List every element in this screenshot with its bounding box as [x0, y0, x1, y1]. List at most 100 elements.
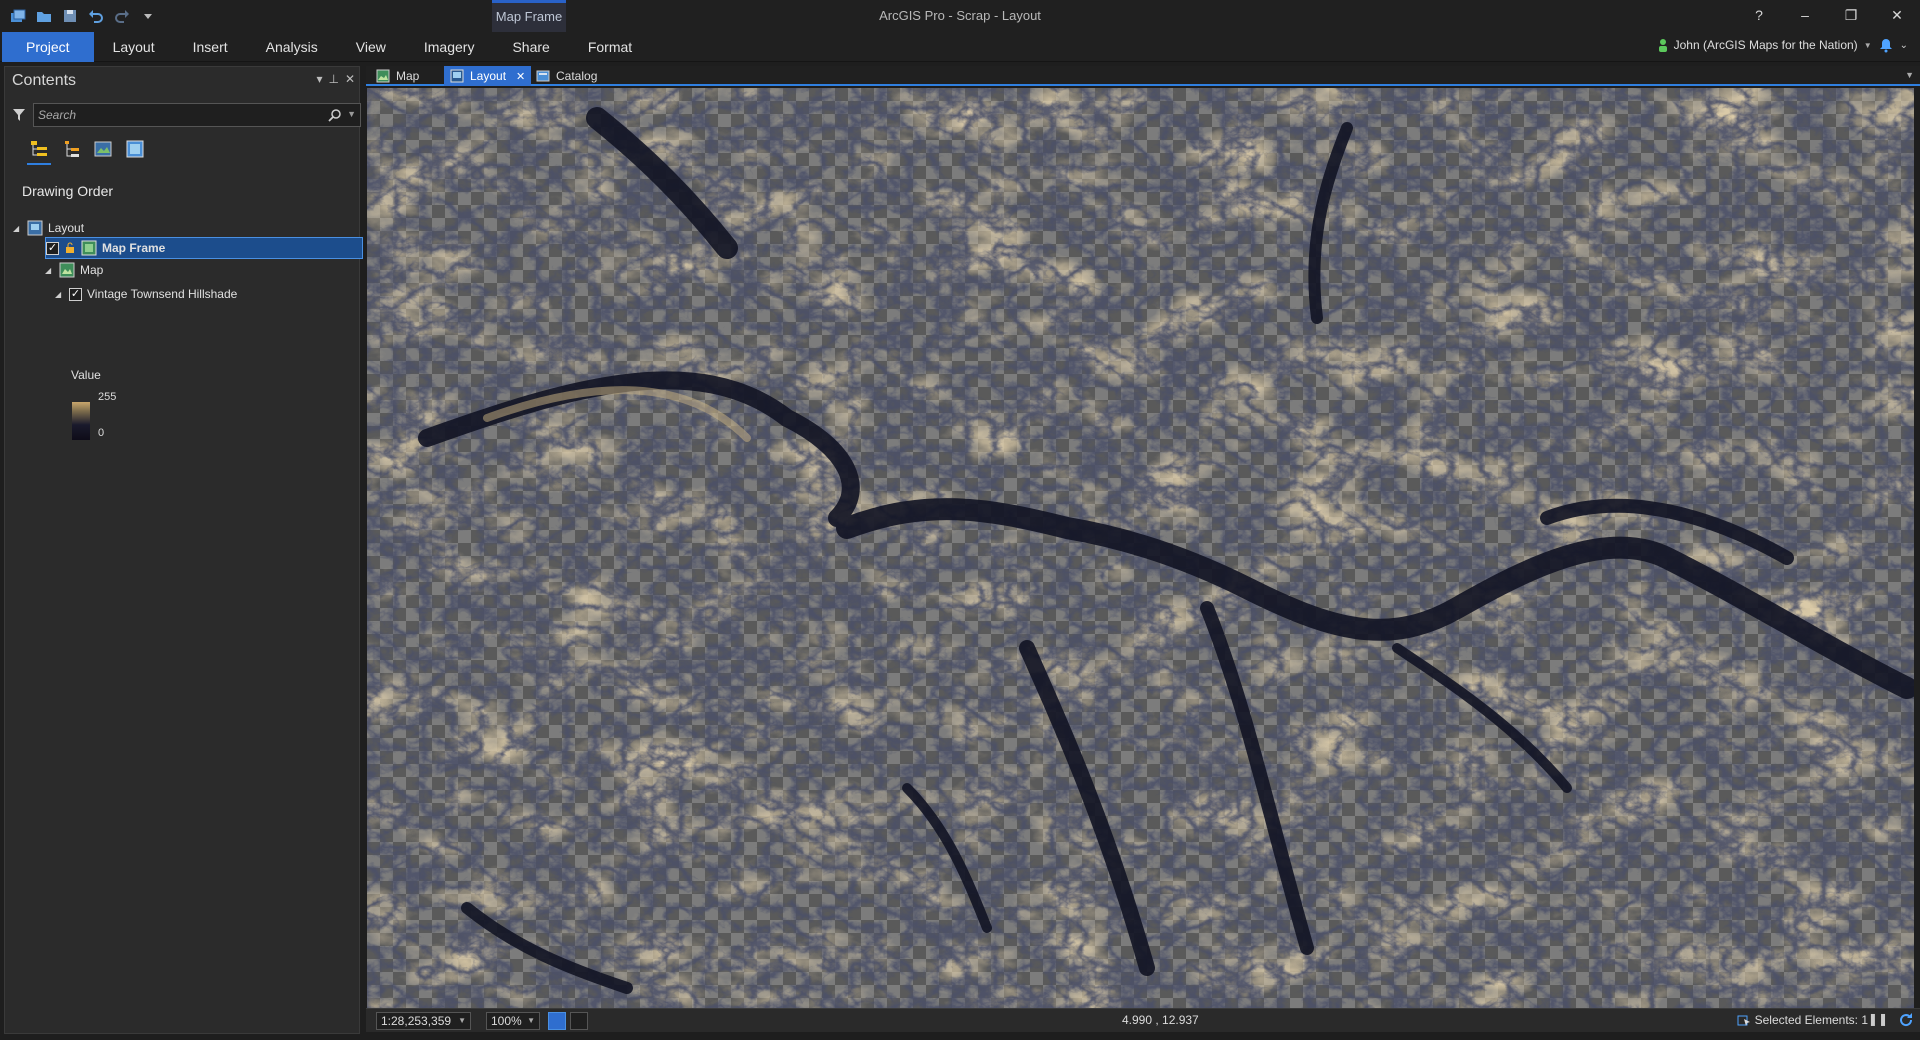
tree-item-layout[interactable]: ◢ Layout: [13, 217, 353, 239]
user-name: John (ArcGIS Maps for the Nation): [1673, 38, 1858, 52]
user-status-icon: [1658, 39, 1667, 52]
contents-title: Contents: [12, 72, 77, 89]
list-by-data-source-button[interactable]: [91, 137, 115, 165]
new-project-icon[interactable]: [8, 6, 28, 26]
legend-low-value: 0: [98, 427, 105, 439]
map-icon: [376, 69, 390, 83]
drawing-order-icon: [31, 141, 47, 156]
selection-list-icon: [65, 141, 79, 157]
layout-icon: [450, 69, 464, 83]
collapse-icon[interactable]: ◢: [13, 224, 23, 233]
lock-icon[interactable]: [64, 242, 76, 254]
customize-qat-icon[interactable]: [138, 6, 158, 26]
context-tab-map-frame[interactable]: Map Frame: [492, 0, 566, 32]
help-button[interactable]: ?: [1736, 0, 1782, 30]
save-project-icon[interactable]: [60, 6, 80, 26]
quick-access-toolbar: [8, 6, 158, 26]
selected-elements: Selected Elements: 1: [1737, 1013, 1868, 1027]
view-tab-catalog[interactable]: Catalog: [530, 66, 603, 86]
map-frame-icon: [81, 240, 97, 256]
layout-icon: [27, 220, 43, 236]
zoom-value: 100%: [491, 1014, 522, 1028]
tab-layout[interactable]: Layout: [94, 32, 174, 62]
pane-options-icon[interactable]: ▾: [316, 72, 322, 86]
tree-label-map-frame: Map Frame: [102, 241, 166, 255]
pin-icon[interactable]: ⊥: [328, 72, 338, 86]
hillshade-map[interactable]: [367, 88, 1914, 1008]
collapse-icon[interactable]: ◢: [45, 266, 55, 275]
tab-imagery[interactable]: Imagery: [405, 32, 494, 62]
close-button[interactable]: ✕: [1874, 0, 1920, 30]
view-tab-map[interactable]: Map: [370, 66, 425, 86]
refresh-icon[interactable]: [1898, 1012, 1914, 1028]
ribbon: Project Layout Insert Analysis View Imag…: [0, 32, 1920, 62]
list-by-snapping-button[interactable]: [123, 137, 147, 165]
zoom-dropdown-icon[interactable]: ▼: [527, 1016, 535, 1025]
scale-dropdown-icon[interactable]: ▼: [458, 1016, 466, 1025]
tab-share[interactable]: Share: [493, 32, 568, 62]
search-options-icon[interactable]: ▼: [347, 109, 356, 119]
search-box[interactable]: ▼: [33, 103, 361, 127]
list-by-selection-button[interactable]: [59, 137, 83, 165]
title-bar: Map Frame ArcGIS Pro - Scrap - Layout ? …: [0, 0, 1920, 32]
close-tab-icon[interactable]: ✕: [516, 70, 525, 83]
contents-view-buttons: [27, 137, 147, 165]
open-project-icon[interactable]: [34, 6, 54, 26]
search-input[interactable]: [38, 106, 318, 124]
zoom-selector[interactable]: 100% ▼: [486, 1012, 540, 1030]
view-tab-label: Catalog: [556, 69, 598, 83]
cursor-coordinates: 4.990 , 12.937: [1122, 1013, 1199, 1027]
tab-insert[interactable]: Insert: [174, 32, 247, 62]
redo-icon[interactable]: [112, 6, 132, 26]
view-tab-label: Layout: [470, 69, 507, 83]
pane-close-icon[interactable]: ✕: [345, 72, 355, 86]
view-tabs: Map Layout ✕ Catalog ▼: [366, 66, 1920, 86]
legend-title: Value: [71, 368, 101, 382]
restore-button[interactable]: ❐: [1828, 0, 1874, 30]
scale-selector[interactable]: 1:28,253,359 ▼: [376, 1012, 471, 1030]
search-icon[interactable]: [328, 108, 342, 122]
map-frame-icon: [126, 140, 144, 158]
map-frame-visibility-checkbox[interactable]: ✓: [46, 241, 59, 255]
notification-icon[interactable]: [1878, 37, 1894, 53]
catalog-icon: [536, 70, 550, 82]
select-elements-icon: [1737, 1015, 1750, 1026]
layout-canvas[interactable]: [367, 88, 1914, 1008]
tree-label-layer: Vintage Townsend Hillshade: [87, 287, 238, 301]
tab-project[interactable]: Project: [2, 32, 94, 62]
filter-icon[interactable]: [12, 108, 26, 122]
snapping-toggle-icon[interactable]: [548, 1012, 566, 1030]
list-by-drawing-order-button[interactable]: [27, 137, 51, 165]
ribbon-collapse-icon[interactable]: ⌄: [1900, 40, 1908, 51]
view-tab-layout[interactable]: Layout ✕: [444, 66, 532, 86]
ribbon-tabs: Project Layout Insert Analysis View Imag…: [0, 32, 651, 62]
data-source-icon: [94, 141, 112, 157]
view-list-dropdown-icon[interactable]: ▼: [1905, 70, 1914, 80]
undo-icon[interactable]: [86, 6, 106, 26]
grid-toggle-icon[interactable]: [570, 1012, 588, 1030]
color-ramp: [72, 402, 90, 440]
tab-format[interactable]: Format: [569, 32, 651, 62]
drawing-order-heading: Drawing Order: [22, 183, 114, 199]
layer-visibility-checkbox[interactable]: ✓: [69, 287, 82, 301]
window-title: ArcGIS Pro - Scrap - Layout: [879, 8, 1041, 23]
pane-controls: ▾ ⊥ ✕: [316, 72, 355, 86]
tree-item-map-frame[interactable]: ✓ Map Frame: [45, 237, 363, 259]
user-account[interactable]: John (ArcGIS Maps for the Nation) ▼ ⌄: [1658, 37, 1908, 53]
user-dropdown-icon: ▼: [1863, 40, 1872, 50]
window-controls: ? – ❐ ✕: [1736, 0, 1920, 30]
minimize-button[interactable]: –: [1782, 0, 1828, 30]
tab-view[interactable]: View: [337, 32, 405, 62]
tree-label-layout: Layout: [48, 221, 85, 235]
tree-item-hillshade-layer[interactable]: ◢ ✓ Vintage Townsend Hillshade: [49, 283, 349, 305]
contents-pane: Contents ▾ ⊥ ✕ ▼ Drawing Order ◢ Layout: [4, 66, 363, 1034]
tree-item-map[interactable]: ◢ Map: [31, 259, 351, 281]
tab-analysis[interactable]: Analysis: [247, 32, 337, 62]
collapse-icon[interactable]: ◢: [55, 290, 65, 299]
layout-tools: [548, 1012, 588, 1030]
tree-label-map: Map: [80, 263, 104, 277]
view-tab-label: Map: [396, 69, 420, 83]
pause-drawing-icon[interactable]: ❚❚: [1868, 1012, 1888, 1028]
scale-value: 1:28,253,359: [381, 1014, 452, 1028]
selected-elements-text: Selected Elements: 1: [1754, 1013, 1868, 1027]
